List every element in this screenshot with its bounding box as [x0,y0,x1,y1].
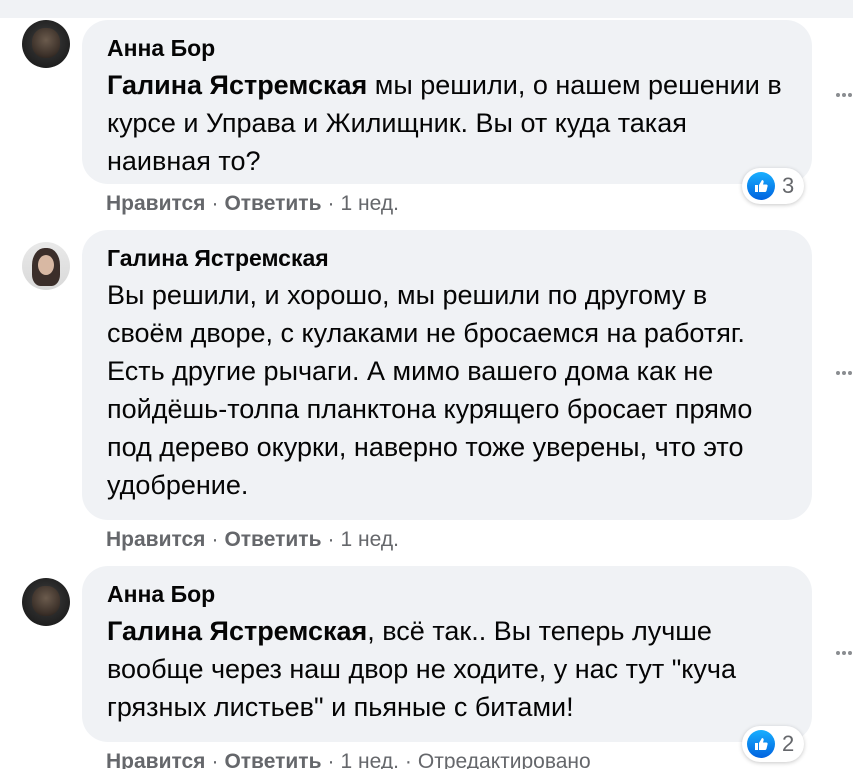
thumbs-up-icon [747,730,775,758]
separator: · [404,750,412,769]
comment-text: Галина Ястремская, всё так.. Вы теперь л… [107,612,788,726]
more-options-icon[interactable] [836,370,852,376]
more-options-icon[interactable] [836,650,852,656]
avatar-face [32,28,60,58]
reaction-count: 3 [782,173,795,198]
top-divider-strip [0,0,853,18]
reaction-count: 2 [782,731,795,756]
reply-link[interactable]: Ответить [224,192,321,215]
reply-link[interactable]: Ответить [224,528,321,551]
separator: · [211,528,219,551]
comment-author[interactable]: Анна Бор [107,579,788,609]
comment-bubble: Галина Ястремская Вы решили, и хорошо, м… [82,230,812,520]
timestamp[interactable]: 1 нед. [340,192,398,215]
edited-label[interactable]: Отредактировано [418,750,591,769]
thumbs-up-icon [747,172,775,200]
timestamp[interactable]: 1 нед. [340,750,398,769]
more-options-icon[interactable] [836,92,852,98]
avatar[interactable] [22,578,70,626]
comment-bubble: Анна Бор Галина Ястремская, всё так.. Вы… [82,566,812,742]
comment-author[interactable]: Галина Ястремская [107,243,788,273]
reaction-summary[interactable]: 2 [742,726,805,762]
mention-link[interactable]: Галина Ястремская [107,616,367,646]
mention-link[interactable]: Галина Ястремская [107,70,367,100]
comment-actions: Нравится · Ответить · 1 нед. [106,191,399,217]
like-link[interactable]: Нравится [106,528,205,551]
comment-actions: Нравится · Ответить · 1 нед. · Отредактировано [106,749,591,769]
like-link[interactable]: Нравится [106,192,205,215]
like-link[interactable]: Нравится [106,750,205,769]
comment-bubble: Анна Бор Галина Ястремская мы решили, о … [82,20,812,184]
avatar[interactable] [22,20,70,68]
reaction-summary[interactable]: 3 [742,168,805,204]
avatar-face [32,586,60,616]
timestamp[interactable]: 1 нед. [340,528,398,551]
separator: · [211,192,219,215]
separator: · [327,528,335,551]
comment-author[interactable]: Анна Бор [107,33,788,63]
avatar-face [38,255,54,275]
avatar[interactable] [22,242,70,290]
separator: · [327,192,335,215]
comment-actions: Нравится · Ответить · 1 нед. [106,527,399,553]
reply-link[interactable]: Ответить [224,750,321,769]
separator: · [211,750,219,769]
comment-text: Галина Ястремская мы решили, о нашем реш… [107,66,788,180]
comment-text: Вы решили, и хорошо, мы решили по другом… [107,280,753,500]
separator: · [327,750,335,769]
